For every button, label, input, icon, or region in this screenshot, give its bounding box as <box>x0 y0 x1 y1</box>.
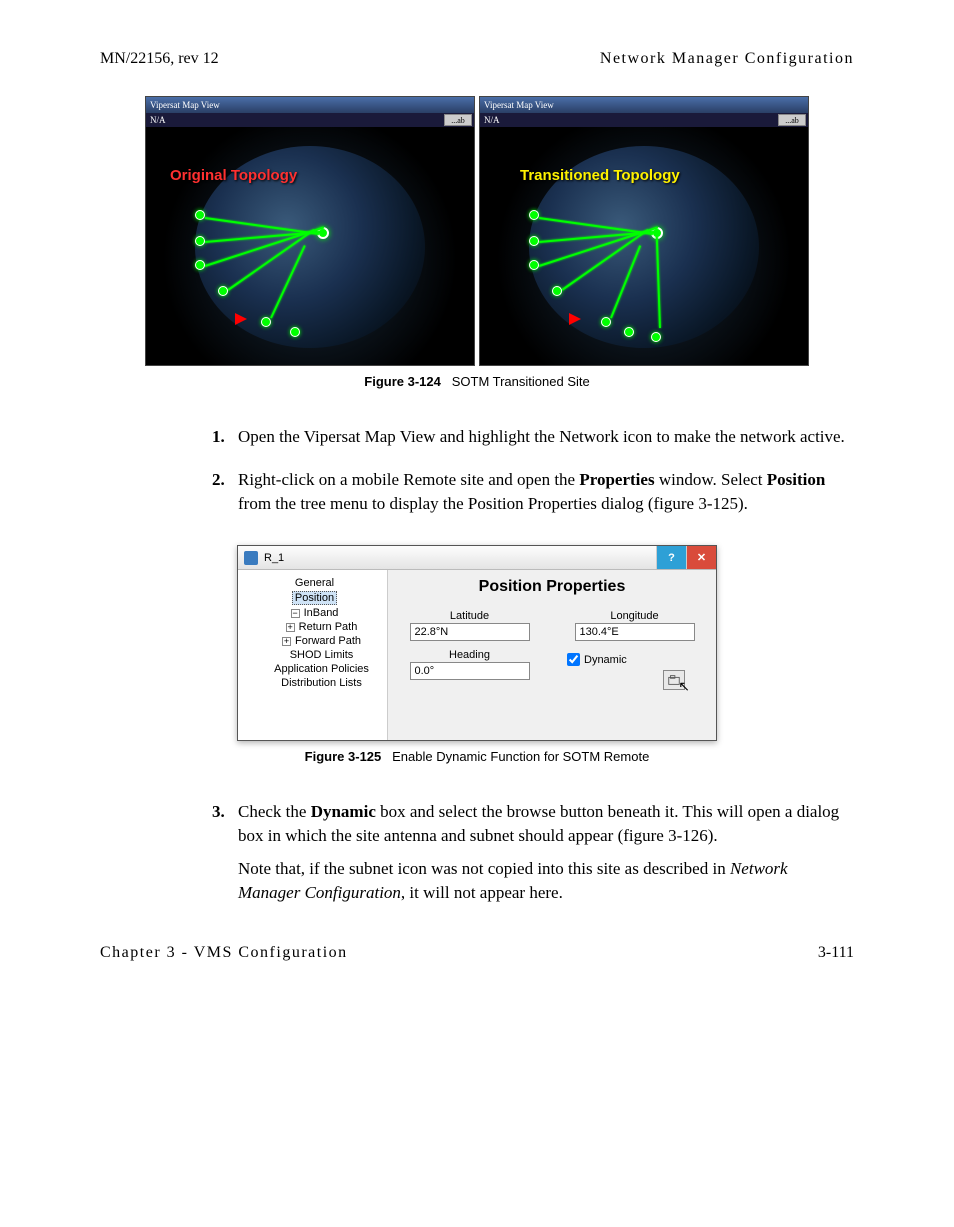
longitude-field[interactable] <box>575 623 695 641</box>
figure-3-124: Vipersat Map View N/A ...ab Original Top… <box>100 96 854 389</box>
satellite-bar: N/A ...ab <box>480 113 808 127</box>
cursor-icon: ↖ <box>678 678 690 695</box>
map-window-transitioned: Vipersat Map View N/A ...ab Transitioned… <box>479 96 809 366</box>
satellite-bar: N/A ...ab <box>146 113 474 127</box>
procedure-list-cont: 3. Check the Dynamic box and select the … <box>212 800 854 904</box>
close-button[interactable]: ✕ <box>686 546 716 569</box>
figure-label: Figure 3-125 <box>305 749 382 764</box>
heading-field[interactable] <box>410 662 530 680</box>
dialog-title: R_1 <box>264 552 284 564</box>
sat-select-button[interactable]: ...ab <box>778 114 806 126</box>
dynamic-label: Dynamic <box>584 654 627 666</box>
tree-item-forward-path[interactable]: +Forward Path <box>242 634 383 648</box>
figure-caption: Figure 3-125 Enable Dynamic Function for… <box>100 749 854 764</box>
overlay-label-transitioned: Transitioned Topology <box>520 167 680 184</box>
doc-reference: MN/22156, rev 12 <box>100 50 219 68</box>
tree-item-application-policies[interactable]: Application Policies <box>242 662 383 676</box>
figure-label: Figure 3-124 <box>364 374 441 389</box>
transition-arrow-icon <box>235 313 247 325</box>
step-1: 1. Open the Vipersat Map View and highli… <box>212 425 854 448</box>
step-text: Check the Dynamic box and select the bro… <box>238 802 839 844</box>
tree-item-shod-limits[interactable]: SHOD Limits <box>242 648 383 662</box>
collapse-icon[interactable]: − <box>291 609 300 618</box>
figure-caption: Figure 3-124 SOTM Transitioned Site <box>100 374 854 389</box>
dialog-titlebar[interactable]: R_1 ? ✕ <box>238 546 716 570</box>
map-canvas[interactable]: Original Topology <box>146 127 474 365</box>
page-footer: Chapter 3 - VMS Configuration 3-111 <box>100 944 854 962</box>
window-titlebar: Vipersat Map View <box>146 97 474 113</box>
page-number: 3-111 <box>818 944 854 962</box>
properties-dialog: R_1 ? ✕ General Position −InBand +Return… <box>237 545 717 741</box>
step-text: Right-click on a mobile Remote site and … <box>238 470 825 512</box>
procedure-list: 1. Open the Vipersat Map View and highli… <box>212 425 854 515</box>
map-canvas[interactable]: Transitioned Topology <box>480 127 808 365</box>
browse-button[interactable]: ↖ <box>663 670 685 690</box>
window-title: Vipersat Map View <box>150 100 220 110</box>
transition-arrow-icon <box>569 313 581 325</box>
dialog-icon <box>244 551 258 565</box>
map-window-original: Vipersat Map View N/A ...ab Original Top… <box>145 96 475 366</box>
tree-item-return-path[interactable]: +Return Path <box>242 620 383 634</box>
na-label: N/A <box>484 115 500 125</box>
window-titlebar: Vipersat Map View <box>480 97 808 113</box>
step-2: 2. Right-click on a mobile Remote site a… <box>212 468 854 515</box>
latitude-label: Latitude <box>402 610 537 622</box>
step-note: Note that, if the subnet icon was not co… <box>238 857 854 904</box>
dynamic-checkbox[interactable] <box>567 653 580 666</box>
panel-heading: Position Properties <box>402 578 702 596</box>
na-label: N/A <box>150 115 166 125</box>
expand-icon[interactable]: + <box>282 637 291 646</box>
step-text: Open the Vipersat Map View and highlight… <box>238 427 845 446</box>
window-title: Vipersat Map View <box>484 100 554 110</box>
tree-item-general[interactable]: General <box>242 576 383 590</box>
remote-node[interactable] <box>651 332 661 342</box>
figure-3-125: R_1 ? ✕ General Position −InBand +Return… <box>100 545 854 764</box>
step-3: 3. Check the Dynamic box and select the … <box>212 800 854 904</box>
properties-tree[interactable]: General Position −InBand +Return Path +F… <box>238 570 388 740</box>
position-properties-panel: Position Properties Latitude Longitude <box>388 570 716 740</box>
longitude-label: Longitude <box>567 610 702 622</box>
heading-label: Heading <box>402 649 537 661</box>
chapter-label: Chapter 3 - VMS Configuration <box>100 944 348 962</box>
tree-item-distribution-lists[interactable]: Distribution Lists <box>242 676 383 690</box>
expand-icon[interactable]: + <box>286 623 295 632</box>
figure-text: Enable Dynamic Function for SOTM Remote <box>392 749 649 764</box>
tree-item-position[interactable]: Position <box>242 590 383 606</box>
overlay-label-original: Original Topology <box>170 167 297 184</box>
figure-text: SOTM Transitioned Site <box>452 374 590 389</box>
page-header: MN/22156, rev 12 Network Manager Configu… <box>100 50 854 68</box>
tree-item-inband[interactable]: −InBand <box>242 606 383 620</box>
sat-select-button[interactable]: ...ab <box>444 114 472 126</box>
section-title: Network Manager Configuration <box>600 50 854 68</box>
help-button[interactable]: ? <box>656 546 686 569</box>
latitude-field[interactable] <box>410 623 530 641</box>
